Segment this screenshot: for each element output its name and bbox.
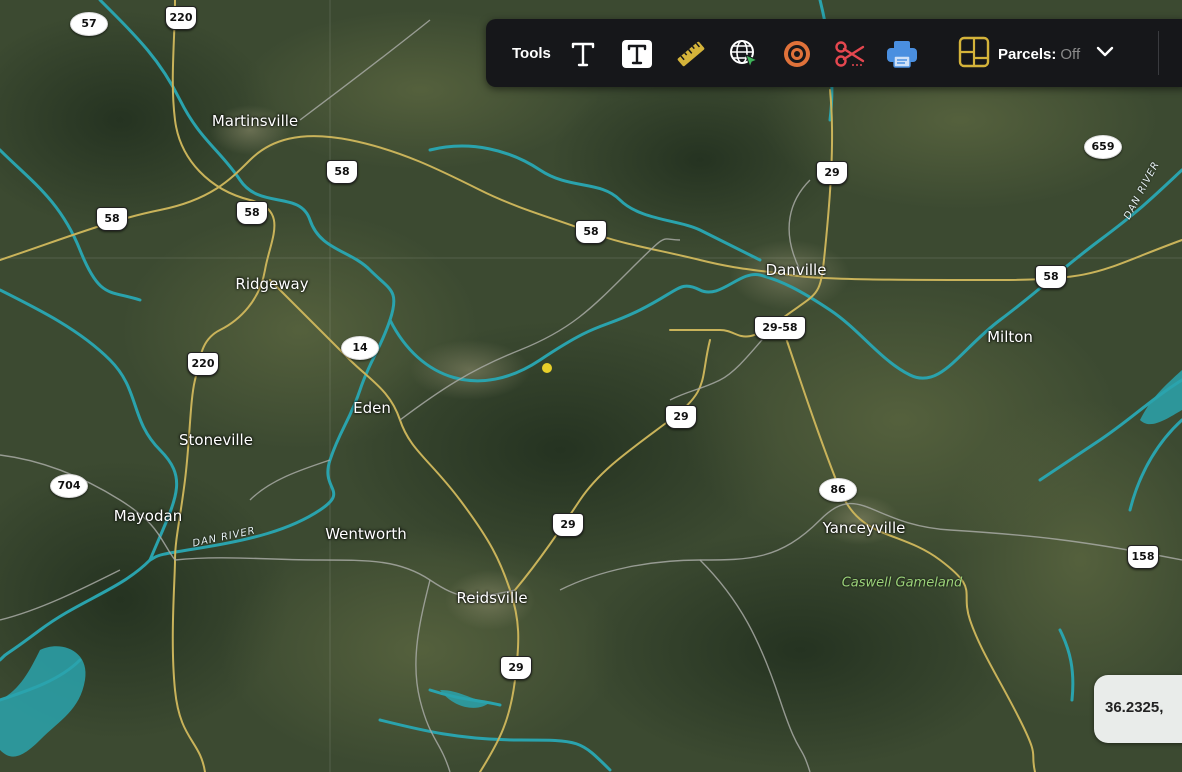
ruler-icon[interactable] [674, 37, 708, 71]
place-yanceyville[interactable]: Yanceyville [823, 519, 906, 537]
scissors-icon[interactable] [833, 37, 867, 71]
parcels-status: Off [1060, 45, 1081, 63]
terrain-texture [0, 10, 1182, 770]
place-danville[interactable]: Danville [766, 261, 827, 279]
route-shield-158: 158 [1127, 545, 1159, 569]
tools-toolbar: Tools Parcels: Off [486, 19, 1182, 87]
route-shield-58: 58 [1035, 265, 1067, 289]
route-shield-58: 58 [96, 207, 128, 231]
route-shield-29: 29 [816, 161, 848, 185]
text-icon[interactable] [566, 37, 600, 71]
route-shield-29: 29 [552, 513, 584, 537]
route-shield-58: 58 [575, 220, 607, 244]
place-eden[interactable]: Eden [353, 399, 391, 417]
route-shield-29-58: 29-58 [754, 316, 806, 340]
place-ridgeway[interactable]: Ridgeway [235, 275, 308, 293]
place-mayodan[interactable]: Mayodan [114, 507, 182, 525]
place-reidsville[interactable]: Reidsville [456, 589, 527, 607]
route-shield-86: 86 [819, 478, 857, 502]
globe-cursor-icon[interactable] [727, 37, 761, 71]
route-shield-29: 29 [500, 656, 532, 680]
text-box-icon[interactable] [620, 37, 654, 71]
coordinate-value: 36.2325, [1105, 699, 1164, 716]
route-shield-659: 659 [1084, 135, 1122, 159]
parcels-label: Parcels: [998, 45, 1057, 63]
route-shield-57: 57 [70, 12, 108, 36]
chevron-down-icon[interactable] [1096, 45, 1114, 63]
place-milton[interactable]: Milton [987, 328, 1033, 346]
route-shield-58: 58 [236, 201, 268, 225]
place-stoneville[interactable]: Stoneville [179, 431, 253, 449]
print-icon[interactable] [885, 37, 919, 71]
area-label-gameland: Caswell Gameland [841, 575, 963, 591]
place-martinsville[interactable]: Martinsville [212, 112, 298, 130]
route-shield-704: 704 [50, 474, 88, 498]
toolbar-divider [1158, 31, 1159, 75]
location-marker[interactable] [542, 363, 552, 373]
route-shield-29: 29 [665, 405, 697, 429]
place-wentworth[interactable]: Wentworth [325, 525, 407, 543]
route-shield-14: 14 [341, 336, 379, 360]
satellite-map[interactable] [0, 0, 1182, 772]
tools-label: Tools [512, 45, 551, 62]
route-shield-58: 58 [326, 160, 358, 184]
buffer-ring-icon[interactable] [780, 37, 814, 71]
parcels-toggle[interactable]: Parcels: Off [958, 36, 1114, 73]
coordinate-readout: 36.2325, [1094, 675, 1182, 743]
parcels-layer-icon [958, 36, 990, 73]
route-shield-220: 220 [165, 6, 197, 30]
route-shield-220: 220 [187, 352, 219, 376]
